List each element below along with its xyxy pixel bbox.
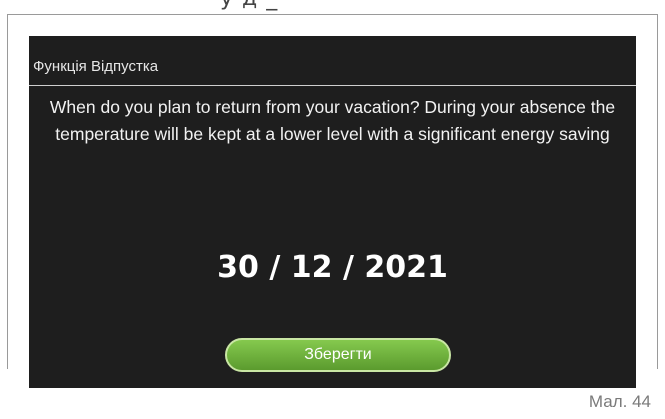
- save-button[interactable]: Зберегти: [225, 338, 451, 372]
- screen-title: Функція Відпустка: [33, 58, 159, 75]
- device-screen: Функція Відпустка When do you plan to re…: [29, 36, 636, 388]
- figure-caption: Мал. 44: [588, 392, 651, 411]
- return-date[interactable]: 30 / 12 / 2021: [29, 250, 636, 285]
- title-divider: [29, 85, 636, 86]
- vacation-message: When do you plan to return from your vac…: [49, 97, 616, 144]
- clipped-heading: у д _: [220, 0, 278, 11]
- clipped-top-strip: у д _: [0, 0, 665, 14]
